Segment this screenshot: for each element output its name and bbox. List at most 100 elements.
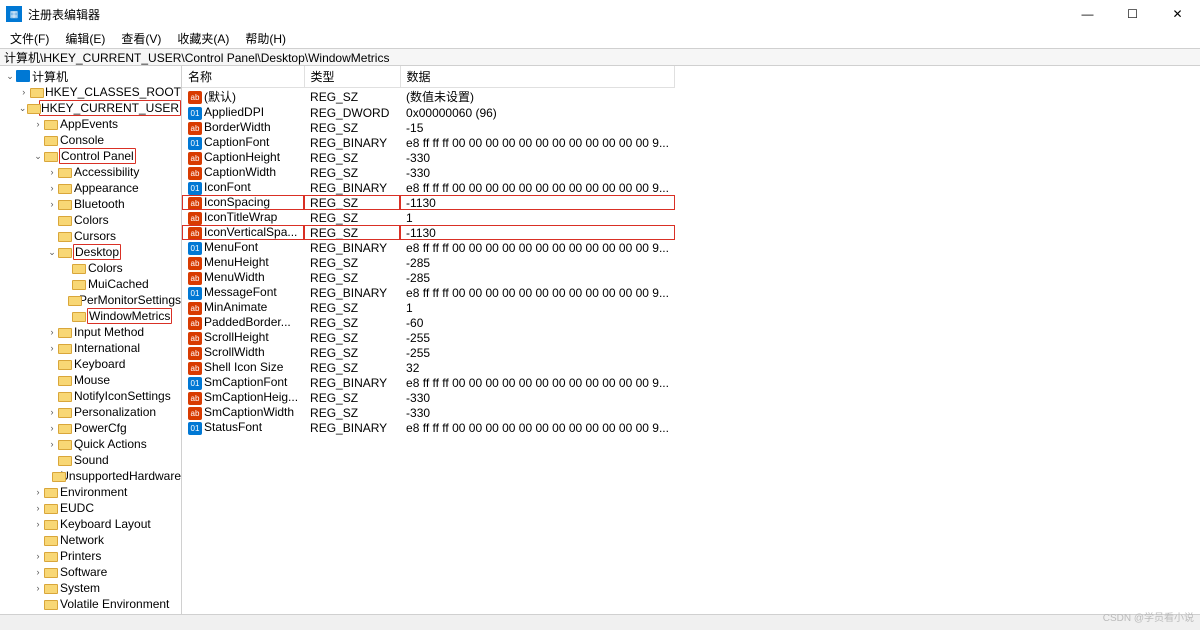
chevron-right-icon[interactable]: › [46, 183, 58, 193]
value-data: e8 ff ff ff 00 00 00 00 00 00 00 00 00 0… [400, 240, 675, 255]
chevron-right-icon[interactable]: › [32, 519, 44, 529]
tree-item[interactable]: MuiCached [0, 276, 181, 292]
tree-item[interactable]: NotifyIconSettings [0, 388, 181, 404]
tree-item[interactable]: ⌄计算机 [0, 68, 181, 84]
value-row[interactable]: abScrollHeightREG_SZ-255 [182, 330, 675, 345]
tree-item[interactable]: ›Software [0, 564, 181, 580]
tree-item[interactable]: ›Bluetooth [0, 196, 181, 212]
chevron-right-icon[interactable]: › [46, 327, 58, 337]
value-row[interactable]: abIconTitleWrapREG_SZ1 [182, 210, 675, 225]
value-row[interactable]: ab(默认)REG_SZ(数值未设置) [182, 88, 675, 106]
value-row[interactable]: abCaptionWidthREG_SZ-330 [182, 165, 675, 180]
value-row[interactable]: abIconSpacingREG_SZ-1130 [182, 195, 675, 210]
menu-edit[interactable]: 编辑(E) [59, 30, 111, 47]
chevron-right-icon[interactable]: › [32, 567, 44, 577]
tree-item[interactable]: Network [0, 532, 181, 548]
value-row[interactable]: 01IconFontREG_BINARYe8 ff ff ff 00 00 00… [182, 180, 675, 195]
tree-item[interactable]: ⌄ Control Panel [0, 148, 181, 164]
value-row[interactable]: abIconVerticalSpa...REG_SZ-1130 [182, 225, 675, 240]
values-panel[interactable]: 名称 类型 数据 ab(默认)REG_SZ(数值未设置)01AppliedDPI… [182, 66, 1200, 614]
chevron-down-icon[interactable]: ⌄ [46, 247, 58, 258]
tree-item[interactable]: PerMonitorSettings [0, 292, 181, 308]
chevron-right-icon[interactable]: › [46, 439, 58, 449]
tree-item[interactable]: ›EUDC [0, 500, 181, 516]
menu-file[interactable]: 文件(F) [4, 30, 55, 47]
value-row[interactable]: abSmCaptionHeig...REG_SZ-330 [182, 390, 675, 405]
tree-item[interactable]: Volatile Environment [0, 596, 181, 612]
value-row[interactable]: abPaddedBorder...REG_SZ-60 [182, 315, 675, 330]
tree-panel[interactable]: ⌄计算机›HKEY_CLASSES_ROOT⌄HKEY_CURRENT_USER… [0, 66, 182, 614]
value-row[interactable]: abCaptionHeightREG_SZ-330 [182, 150, 675, 165]
address-bar[interactable]: 计算机\HKEY_CURRENT_USER\Control Panel\Desk… [0, 48, 1200, 66]
value-row[interactable]: 01SmCaptionFontREG_BINARYe8 ff ff ff 00 … [182, 375, 675, 390]
value-type: REG_SZ [304, 390, 400, 405]
tree-item[interactable]: ›HKEY_CLASSES_ROOT [0, 84, 181, 100]
tree-item[interactable]: Colors [0, 260, 181, 276]
chevron-right-icon[interactable]: › [32, 119, 44, 129]
tree-item[interactable]: ›International [0, 340, 181, 356]
value-type: REG_BINARY [304, 375, 400, 390]
tree-item[interactable]: Console [0, 132, 181, 148]
tree-item[interactable]: Colors [0, 212, 181, 228]
tree-item[interactable]: ⌄Desktop [0, 244, 181, 260]
chevron-right-icon[interactable]: › [46, 407, 58, 417]
chevron-right-icon[interactable]: › [46, 423, 58, 433]
tree-item[interactable]: ›Keyboard Layout [0, 516, 181, 532]
tree-item-label: Cursors [74, 229, 116, 243]
tree-item[interactable]: ›AppEvents [0, 116, 181, 132]
col-data[interactable]: 数据 [400, 66, 675, 88]
minimize-button[interactable]: — [1065, 0, 1110, 28]
menu-view[interactable]: 查看(V) [115, 30, 167, 47]
tree-item[interactable]: Cursors [0, 228, 181, 244]
value-row[interactable]: abSmCaptionWidthREG_SZ-330 [182, 405, 675, 420]
chevron-right-icon[interactable]: › [46, 343, 58, 353]
tree-item[interactable]: WindowMetrics [0, 308, 181, 324]
chevron-right-icon[interactable]: › [32, 503, 44, 513]
chevron-right-icon[interactable]: › [32, 551, 44, 561]
chevron-down-icon[interactable]: ⌄ [18, 103, 27, 114]
tree-item[interactable]: UnsupportedHardware [0, 468, 181, 484]
value-row[interactable]: abScrollWidthREG_SZ-255 [182, 345, 675, 360]
tree-item-label: Control Panel [59, 148, 136, 164]
value-row[interactable]: 01StatusFontREG_BINARYe8 ff ff ff 00 00 … [182, 420, 675, 435]
tree-item[interactable]: Keyboard [0, 356, 181, 372]
col-type[interactable]: 类型 [304, 66, 400, 88]
chevron-right-icon[interactable]: › [32, 487, 44, 497]
menu-favorites[interactable]: 收藏夹(A) [171, 30, 235, 47]
value-row[interactable]: abMinAnimateREG_SZ1 [182, 300, 675, 315]
tree-item[interactable]: ›Accessibility [0, 164, 181, 180]
close-button[interactable]: ✕ [1155, 0, 1200, 28]
col-name[interactable]: 名称 [182, 66, 304, 88]
tree-item[interactable]: ›System [0, 580, 181, 596]
chevron-right-icon[interactable]: › [32, 583, 44, 593]
value-row[interactable]: abShell Icon SizeREG_SZ32 [182, 360, 675, 375]
tree-item[interactable]: Sound [0, 452, 181, 468]
value-row[interactable]: 01MenuFontREG_BINARYe8 ff ff ff 00 00 00… [182, 240, 675, 255]
value-name: SmCaptionHeig... [204, 390, 298, 404]
value-row[interactable]: abBorderWidthREG_SZ-15 [182, 120, 675, 135]
value-row[interactable]: abMenuHeightREG_SZ-285 [182, 255, 675, 270]
string-value-icon: ab [188, 347, 202, 360]
value-row[interactable]: 01CaptionFontREG_BINARYe8 ff ff ff 00 00… [182, 135, 675, 150]
tree-item[interactable]: ›PowerCfg [0, 420, 181, 436]
chevron-down-icon[interactable]: ⌄ [32, 151, 44, 162]
chevron-right-icon[interactable]: › [46, 167, 58, 177]
tree-item[interactable]: ›Printers [0, 548, 181, 564]
tree-item[interactable]: ›Environment [0, 484, 181, 500]
value-row[interactable]: 01AppliedDPIREG_DWORD0x00000060 (96) [182, 105, 675, 120]
tree-item[interactable]: ›Input Method [0, 324, 181, 340]
tree-item[interactable]: ›Appearance [0, 180, 181, 196]
value-row[interactable]: 01MessageFontREG_BINARYe8 ff ff ff 00 00… [182, 285, 675, 300]
chevron-down-icon[interactable]: ⌄ [4, 71, 16, 82]
value-row[interactable]: abMenuWidthREG_SZ-285 [182, 270, 675, 285]
tree-item[interactable]: ›Quick Actions [0, 436, 181, 452]
chevron-right-icon[interactable]: › [46, 199, 58, 209]
tree-item[interactable]: ›Personalization [0, 404, 181, 420]
value-name: MenuWidth [204, 270, 265, 284]
maximize-button[interactable]: ☐ [1110, 0, 1155, 28]
tree-item-label: Colors [74, 213, 109, 227]
menu-help[interactable]: 帮助(H) [239, 30, 292, 47]
tree-item[interactable]: Mouse [0, 372, 181, 388]
chevron-right-icon[interactable]: › [18, 87, 30, 97]
tree-item[interactable]: ⌄HKEY_CURRENT_USER [0, 100, 181, 116]
